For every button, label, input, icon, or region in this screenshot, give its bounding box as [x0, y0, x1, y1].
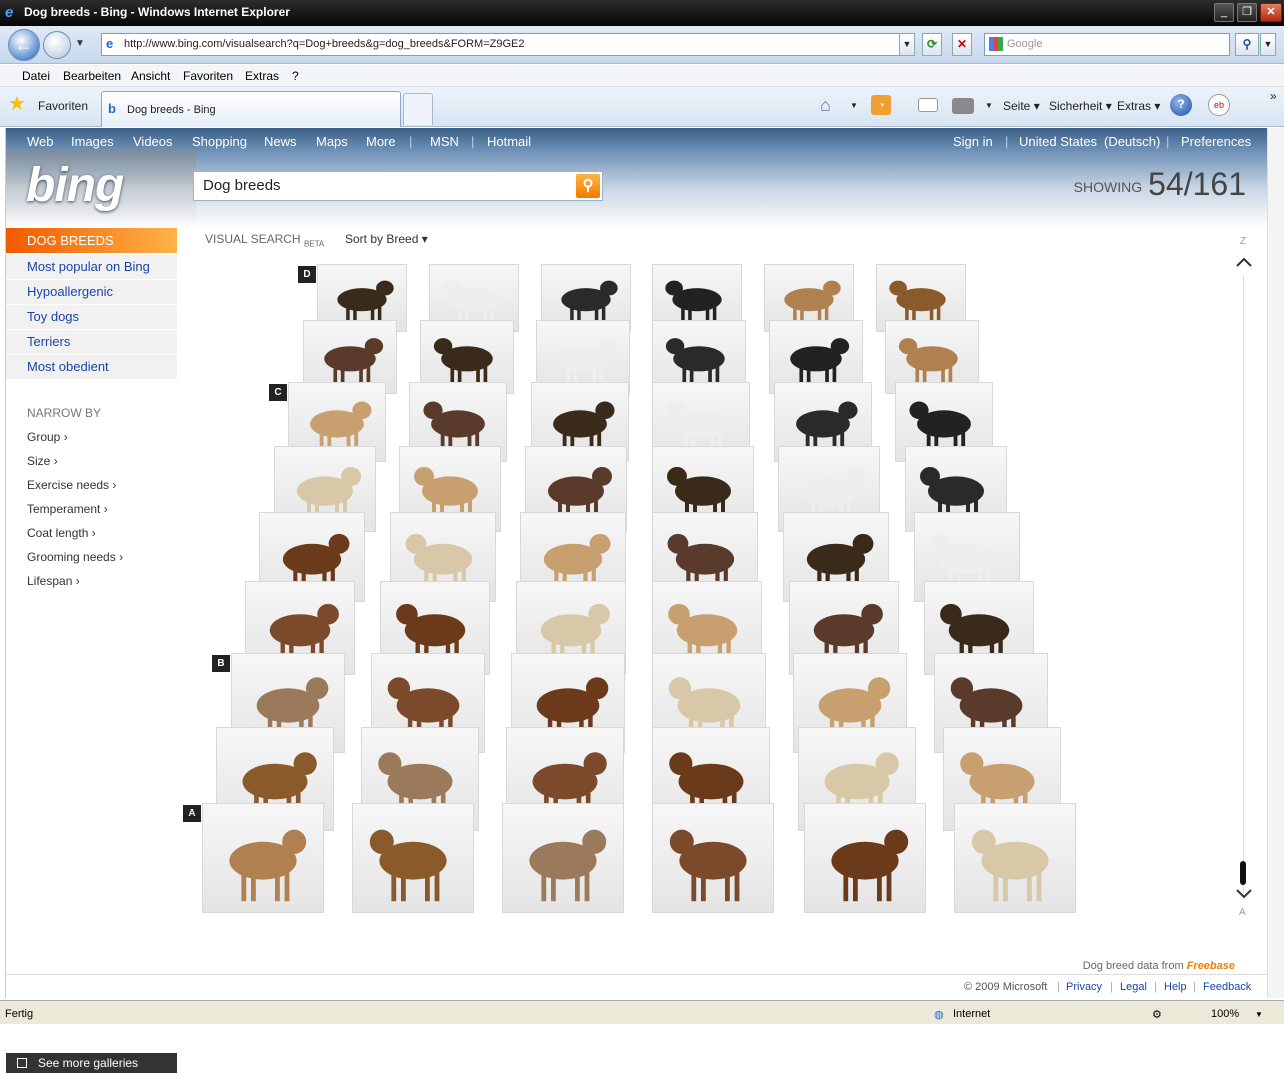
gallery-scroll-track[interactable] — [1243, 275, 1244, 895]
scale-bottom-label: A — [1239, 907, 1246, 918]
row-letter-label: D — [298, 266, 316, 283]
footer-feedback[interactable]: Feedback — [1203, 981, 1251, 993]
google-icon — [989, 37, 1003, 51]
freebase-logo[interactable]: Freebase — [1187, 960, 1235, 972]
bing-tab-icon: b — [108, 101, 116, 116]
footer-legal[interactable]: Legal — [1120, 981, 1147, 993]
footer-separator: | — [1193, 981, 1196, 993]
zoom-dropdown-icon[interactable]: ▼ — [1255, 1010, 1263, 1019]
status-text: Fertig — [5, 1008, 34, 1020]
window-title: Dog breeds - Bing - Windows Internet Exp… — [24, 5, 290, 19]
status-bar: Fertig ◍ Internet ⚙ 100% ▼ — [0, 1000, 1284, 1024]
see-more-galleries-label: See more galleries — [38, 1056, 139, 1070]
page-menu[interactable]: Seite ▾ — [1003, 99, 1040, 113]
page-menu-label: Seite — [1003, 99, 1031, 113]
scroll-down-chevron-icon[interactable] — [1235, 888, 1253, 900]
minimize-button[interactable]: _ — [1214, 3, 1234, 22]
new-tab-button[interactable] — [403, 93, 433, 125]
menu-bearbeiten[interactable]: Bearbeiten — [63, 69, 121, 83]
scroll-up-chevron-icon[interactable] — [1235, 256, 1253, 268]
dog-breed-thumbnail[interactable] — [352, 803, 474, 913]
gallery-scroll-handle[interactable] — [1240, 861, 1246, 885]
row-letter-label: B — [212, 655, 230, 672]
close-button[interactable]: ✕ — [1260, 3, 1282, 22]
favorites-label: Favoriten — [38, 99, 89, 113]
see-more-galleries-button[interactable]: See more galleries — [6, 1053, 177, 1073]
favorites-star-icon: ★ — [8, 93, 26, 115]
page-footer: © 2009 Microsoft | Privacy | Legal | Hel… — [6, 974, 1268, 998]
dog-silhouette-image — [369, 829, 447, 902]
print-icon[interactable] — [952, 98, 974, 114]
dog-silhouette-image — [669, 829, 747, 902]
print-dropdown-icon[interactable]: ▼ — [985, 101, 993, 110]
dog-breed-thumbnail[interactable] — [954, 803, 1076, 913]
dog-silhouette-image — [229, 829, 307, 902]
bing-page: Web Images Videos Shopping News Maps Mor… — [5, 128, 1268, 1073]
protected-mode-icon[interactable]: ⚙ — [1152, 1008, 1162, 1021]
address-field[interactable]: e http://www.bing.com/visualsearch?q=Dog… — [101, 33, 900, 56]
menu-datei[interactable]: Datei — [22, 69, 50, 83]
footer-separator: | — [1110, 981, 1113, 993]
row-letter-label: A — [183, 805, 201, 822]
maximize-button[interactable]: ❐ — [1237, 3, 1257, 22]
ie-logo-icon: e — [5, 4, 14, 21]
dog-breed-thumbnail[interactable] — [202, 803, 324, 913]
page-icon: e — [106, 36, 114, 51]
scale-top-label: Z — [1240, 236, 1247, 247]
footer-privacy[interactable]: Privacy — [1066, 981, 1102, 993]
ebay-icon[interactable]: eb — [1208, 94, 1230, 116]
dog-silhouette-image — [831, 829, 909, 902]
address-toolbar: ← → ▼ e http://www.bing.com/visualsearch… — [0, 26, 1284, 64]
search-go-icon[interactable]: ⚲ — [1235, 33, 1259, 56]
home-dropdown-icon[interactable]: ▼ — [850, 101, 858, 110]
help-icon[interactable]: ? — [1170, 94, 1192, 116]
dog-breed-thumbnail[interactable] — [652, 803, 774, 913]
security-zone: Internet — [953, 1008, 991, 1020]
globe-icon: ◍ — [934, 1009, 944, 1021]
footer-help[interactable]: Help — [1164, 981, 1187, 993]
menu-extras[interactable]: Extras — [245, 69, 279, 83]
search-options-icon[interactable]: ▼ — [1260, 33, 1276, 56]
stop-icon[interactable]: ✕ — [952, 33, 972, 56]
credit-text: Dog breed data from — [1082, 960, 1184, 972]
dog-gallery: D C B A — [6, 128, 1268, 998]
tools-menu[interactable]: Extras ▾ — [1117, 99, 1160, 113]
dog-silhouette-image — [529, 829, 607, 902]
tab-dog-breeds[interactable]: b Dog breeds - Bing — [101, 91, 401, 127]
security-menu-label: Sicherheit — [1049, 99, 1103, 113]
toolbar-overflow-icon[interactable]: » — [1270, 89, 1277, 103]
back-button[interactable]: ← — [8, 29, 40, 61]
tools-menu-label: Extras — [1117, 99, 1152, 113]
history-dropdown-icon[interactable]: ▼ — [75, 38, 85, 49]
address-text: http://www.bing.com/visualsearch?q=Dog+b… — [124, 38, 525, 50]
copyright: © 2009 Microsoft — [964, 981, 1048, 993]
tab-label: Dog breeds - Bing — [127, 104, 216, 116]
menu-help[interactable]: ? — [292, 69, 299, 83]
security-menu[interactable]: Sicherheit ▾ — [1049, 99, 1112, 113]
dog-breed-thumbnail[interactable] — [804, 803, 926, 913]
menu-favoriten[interactable]: Favoriten — [183, 69, 233, 83]
tab-bar: ★ Favoriten b Dog breeds - Bing ⌂ ▼ ◔ ▼ … — [0, 87, 1284, 127]
menu-bar: Datei Bearbeiten Ansicht Favoriten Extra… — [0, 65, 1284, 87]
forward-button[interactable]: → — [43, 31, 71, 59]
row-letter-label: C — [269, 384, 287, 401]
dog-silhouette-image — [971, 829, 1049, 902]
rss-feed-icon[interactable]: ◔ — [871, 95, 891, 115]
refresh-icon[interactable]: ⟳ — [922, 33, 942, 56]
gallery-icon — [17, 1058, 27, 1068]
dog-breed-thumbnail[interactable] — [502, 803, 624, 913]
data-credit: Dog breed data from Freebase — [1083, 960, 1235, 972]
mail-icon[interactable] — [918, 98, 938, 112]
search-provider-input[interactable]: Google — [984, 33, 1230, 56]
home-icon[interactable]: ⌂ — [820, 95, 831, 116]
page-scrollbar[interactable] — [1267, 128, 1284, 998]
window-titlebar: e Dog breeds - Bing - Windows Internet E… — [0, 0, 1284, 26]
zoom-level[interactable]: 100% — [1211, 1008, 1239, 1020]
menu-ansicht[interactable]: Ansicht — [131, 69, 170, 83]
address-dropdown-icon[interactable]: ▼ — [899, 33, 915, 56]
footer-separator: | — [1154, 981, 1157, 993]
footer-separator: | — [1057, 981, 1060, 993]
search-placeholder: Google — [1007, 38, 1043, 50]
